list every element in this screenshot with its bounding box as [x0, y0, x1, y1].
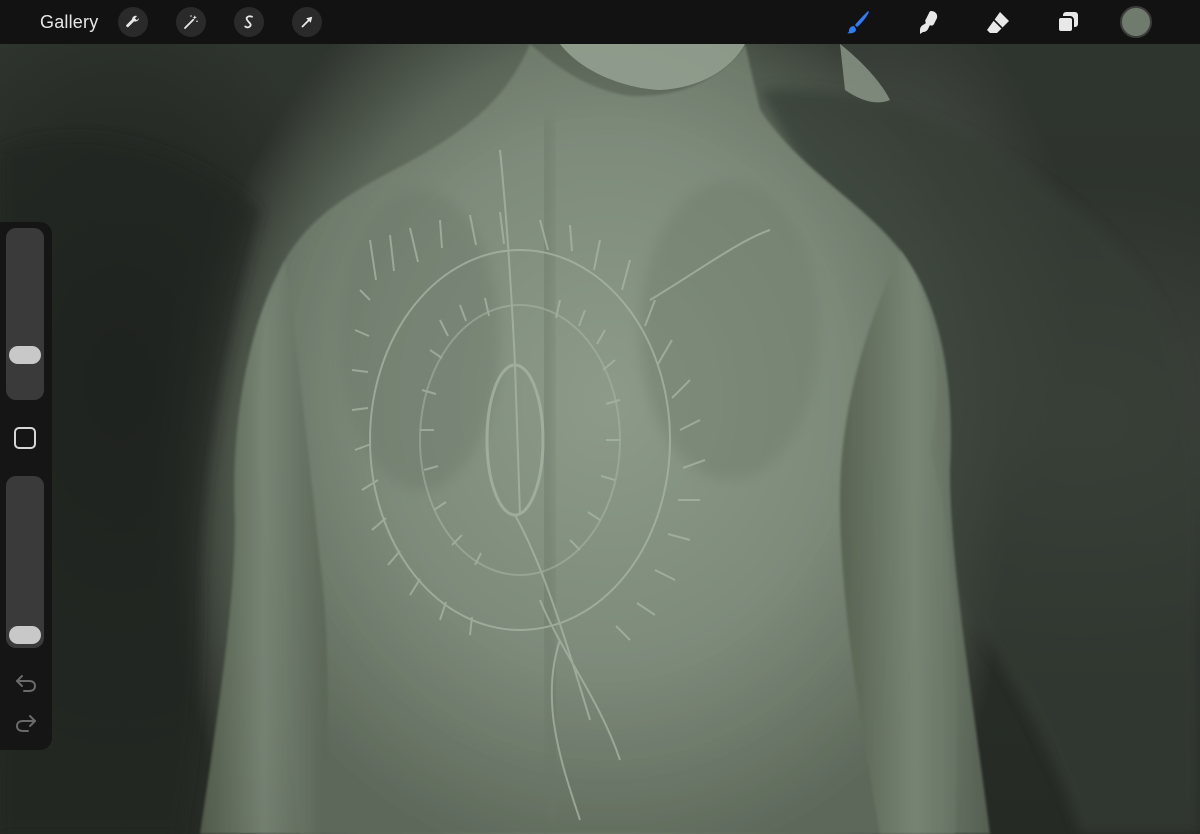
brush-opacity-slider[interactable] — [6, 476, 44, 648]
brush-tool-button[interactable] — [840, 4, 876, 40]
color-picker-swatch[interactable] — [1120, 6, 1152, 38]
brush-opacity-thumb[interactable] — [9, 626, 41, 644]
layers-button[interactable] — [1050, 4, 1086, 40]
left-sidebar — [0, 222, 52, 750]
smudge-icon — [920, 11, 938, 34]
layers-icon — [1057, 12, 1078, 33]
smudge-tool-button[interactable] — [910, 4, 946, 40]
undo-button[interactable] — [14, 672, 38, 694]
eraser-tool-button[interactable] — [980, 4, 1016, 40]
gallery-button[interactable]: Gallery — [40, 12, 98, 33]
procreate-app: Gallery — [0, 0, 1200, 834]
brush-icon — [847, 11, 869, 34]
wrench-icon — [126, 15, 140, 28]
arrow-cursor-icon — [302, 16, 313, 28]
right-toolset — [806, 0, 1200, 44]
magic-wand-icon — [184, 15, 199, 29]
top-toolbar: Gallery — [0, 0, 1200, 44]
transform-button[interactable] — [292, 7, 323, 37]
drawing-canvas[interactable] — [0, 0, 1200, 834]
modify-button[interactable] — [14, 427, 36, 449]
redo-icon — [15, 715, 36, 732]
painting-artwork — [0, 44, 1200, 834]
brush-size-slider[interactable] — [6, 228, 44, 400]
eraser-icon — [987, 12, 1009, 33]
actions-button[interactable] — [118, 7, 149, 37]
undo-icon — [16, 675, 37, 692]
adjustments-button[interactable] — [176, 7, 207, 37]
brush-size-thumb[interactable] — [9, 345, 41, 364]
selection-s-icon — [244, 15, 254, 29]
selection-button[interactable] — [234, 7, 265, 37]
redo-button[interactable] — [14, 712, 38, 734]
